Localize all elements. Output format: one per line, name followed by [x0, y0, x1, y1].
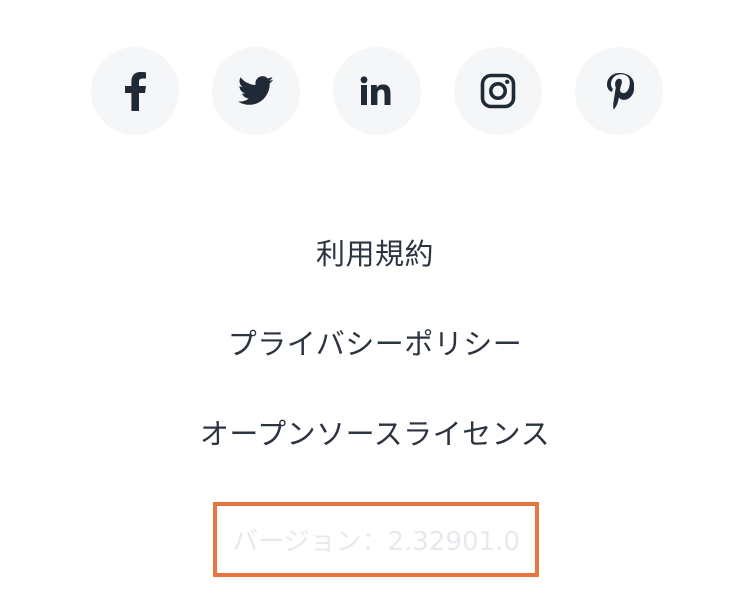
twitter-button[interactable] [212, 47, 300, 135]
linkedin-icon [360, 76, 391, 105]
open-source-licenses-link[interactable]: オープンソースライセンス [0, 411, 750, 453]
social-links-row [91, 47, 663, 135]
facebook-icon [125, 72, 146, 111]
version-label: バージョン：2.32901.0 [232, 527, 520, 557]
twitter-icon [238, 76, 274, 105]
footer-page: 利用規約 プライバシーポリシー オープンソースライセンス バージョン：2.329… [0, 0, 750, 597]
privacy-policy-link[interactable]: プライバシーポリシー [0, 321, 750, 363]
terms-link[interactable]: 利用規約 [0, 231, 750, 273]
instagram-button[interactable] [454, 47, 542, 135]
version-highlight-box: バージョン：2.32901.0 [213, 502, 539, 577]
linkedin-button[interactable] [333, 47, 421, 135]
facebook-button[interactable] [91, 47, 179, 135]
pinterest-button[interactable] [575, 47, 663, 135]
pinterest-icon [607, 73, 634, 110]
instagram-icon [480, 73, 516, 109]
